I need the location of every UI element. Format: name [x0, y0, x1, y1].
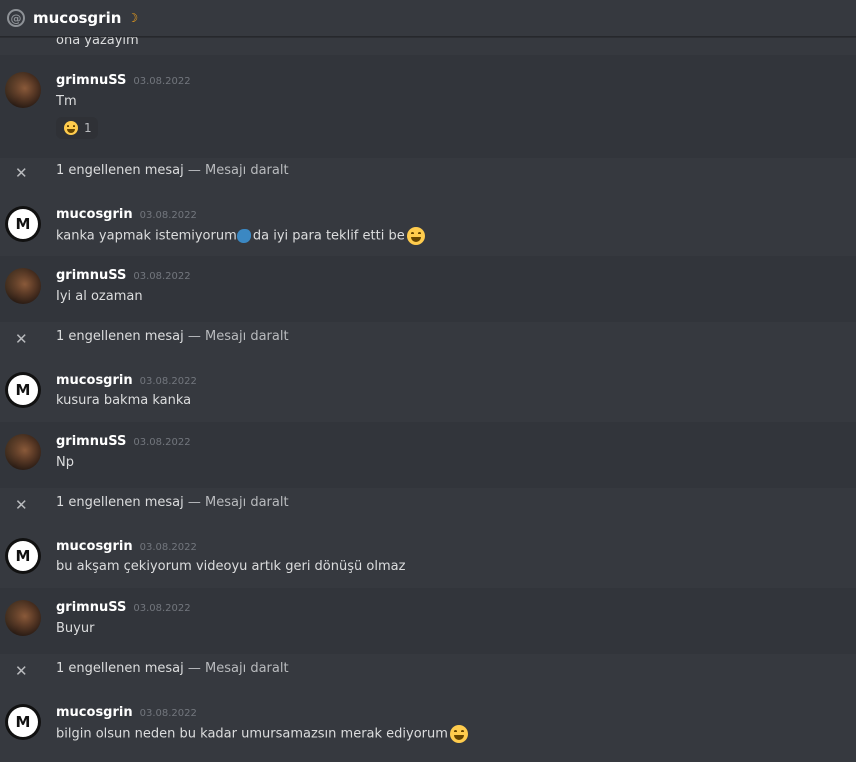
separator: —	[187, 163, 201, 178]
blocked-message-bar: ✕ 1 engellenen mesaj — Mesajı daralt	[0, 488, 856, 520]
dm-username[interactable]: mucosgrin	[33, 9, 121, 27]
username[interactable]: mucosgrin	[56, 207, 133, 222]
username[interactable]: mucosgrin	[56, 373, 133, 388]
timestamp: 03.08.2022	[133, 271, 191, 282]
blocked-count: 1 engellenen mesaj	[56, 163, 184, 178]
blocked-count: 1 engellenen mesaj	[56, 661, 184, 676]
moon-icon: ☽	[127, 11, 139, 25]
timestamp: 03.08.2022	[133, 603, 191, 614]
username[interactable]: grimnuSS	[56, 434, 126, 449]
separator: —	[187, 329, 201, 344]
avatar[interactable]: M	[5, 372, 41, 408]
message-content: Np	[56, 455, 74, 470]
timestamp: 03.08.2022	[133, 76, 191, 87]
username[interactable]: grimnuSS	[56, 73, 126, 88]
blocked-message-bar: ✕ 1 engellenen mesaj — Mesajı daralt	[0, 654, 856, 686]
avatar[interactable]	[5, 268, 41, 304]
username[interactable]: grimnuSS	[56, 600, 126, 615]
message-content: bilgin olsun neden bu kadar umursamazsın…	[56, 725, 468, 743]
close-icon[interactable]: ✕	[15, 662, 28, 680]
avatar[interactable]: M	[5, 704, 41, 740]
message-item[interactable]: grimnuSS 03.08.2022 Tm 1	[0, 55, 856, 158]
reaction-count: 1	[84, 121, 92, 135]
collapse-link[interactable]: Mesajı daralt	[205, 163, 289, 178]
grinning-face-icon	[64, 121, 78, 135]
collapse-link[interactable]: Mesajı daralt	[205, 329, 289, 344]
separator: —	[187, 661, 201, 676]
reaction-button[interactable]: 1	[56, 117, 98, 139]
blocked-count: 1 engellenen mesaj	[56, 329, 184, 344]
avatar[interactable]	[5, 600, 41, 636]
grinning-face-icon	[449, 725, 468, 743]
username[interactable]: grimnuSS	[56, 268, 126, 283]
message-item[interactable]: grimnuSS 03.08.2022 Np	[0, 422, 856, 488]
message-content: kanka yapmak istemiyorum da iyi para tek…	[56, 227, 425, 245]
message-content: bu akşam çekiyorum videoyu artık geri dö…	[56, 559, 406, 574]
message-text: kanka yapmak istemiyorum	[56, 228, 237, 244]
collapse-link[interactable]: Mesajı daralt	[205, 661, 289, 676]
message-content: Buyur	[56, 621, 95, 636]
separator: —	[187, 495, 201, 510]
collapse-link[interactable]: Mesajı daralt	[205, 495, 289, 510]
username[interactable]: mucosgrin	[56, 539, 133, 554]
close-icon[interactable]: ✕	[15, 330, 28, 348]
timestamp: 03.08.2022	[139, 376, 197, 387]
message-item[interactable]: grimnuSS 03.08.2022 Buyur	[0, 588, 856, 654]
avatar[interactable]: M	[5, 538, 41, 574]
timestamp: 03.08.2022	[133, 437, 191, 448]
message-list[interactable]: ona yazayım grimnuSS 03.08.2022 Tm 1 ✕ 1 …	[0, 0, 856, 762]
message-item[interactable]: M mucosgrin 03.08.2022 kusura bakma kanka	[0, 360, 856, 420]
grinning-face-icon	[406, 227, 425, 245]
message-item[interactable]: grimnuSS 03.08.2022 Iyi al ozaman	[0, 256, 856, 322]
timestamp: 03.08.2022	[139, 542, 197, 553]
at-icon: @	[7, 9, 25, 27]
message-text: bilgin olsun neden bu kadar umursamazsın…	[56, 726, 448, 742]
message-item[interactable]: M mucosgrin 03.08.2022 kanka yapmak istem…	[0, 194, 856, 254]
message-content: Iyi al ozaman	[56, 289, 143, 304]
close-icon[interactable]: ✕	[15, 164, 28, 182]
message-content: kusura bakma kanka	[56, 393, 192, 408]
message-content: Tm	[56, 94, 77, 109]
message-item[interactable]: M mucosgrin 03.08.2022 bilgin olsun neden…	[0, 692, 856, 758]
timestamp: 03.08.2022	[139, 210, 197, 221]
username[interactable]: mucosgrin	[56, 705, 133, 720]
avatar[interactable]: M	[5, 206, 41, 242]
blocked-message-bar: ✕ 1 engellenen mesaj — Mesajı daralt	[0, 156, 856, 188]
close-icon[interactable]: ✕	[15, 496, 28, 514]
avatar[interactable]	[5, 72, 41, 108]
blocked-message-bar: ✕ 1 engellenen mesaj — Mesajı daralt	[0, 322, 856, 354]
blocked-count: 1 engellenen mesaj	[56, 495, 184, 510]
message-text: da iyi para teklif etti be	[248, 228, 405, 244]
avatar[interactable]	[5, 434, 41, 470]
message-item[interactable]: M mucosgrin 03.08.2022 bu akşam çekiyorum…	[0, 526, 856, 586]
channel-header: @ mucosgrin ☽	[0, 0, 856, 37]
timestamp: 03.08.2022	[139, 708, 197, 719]
